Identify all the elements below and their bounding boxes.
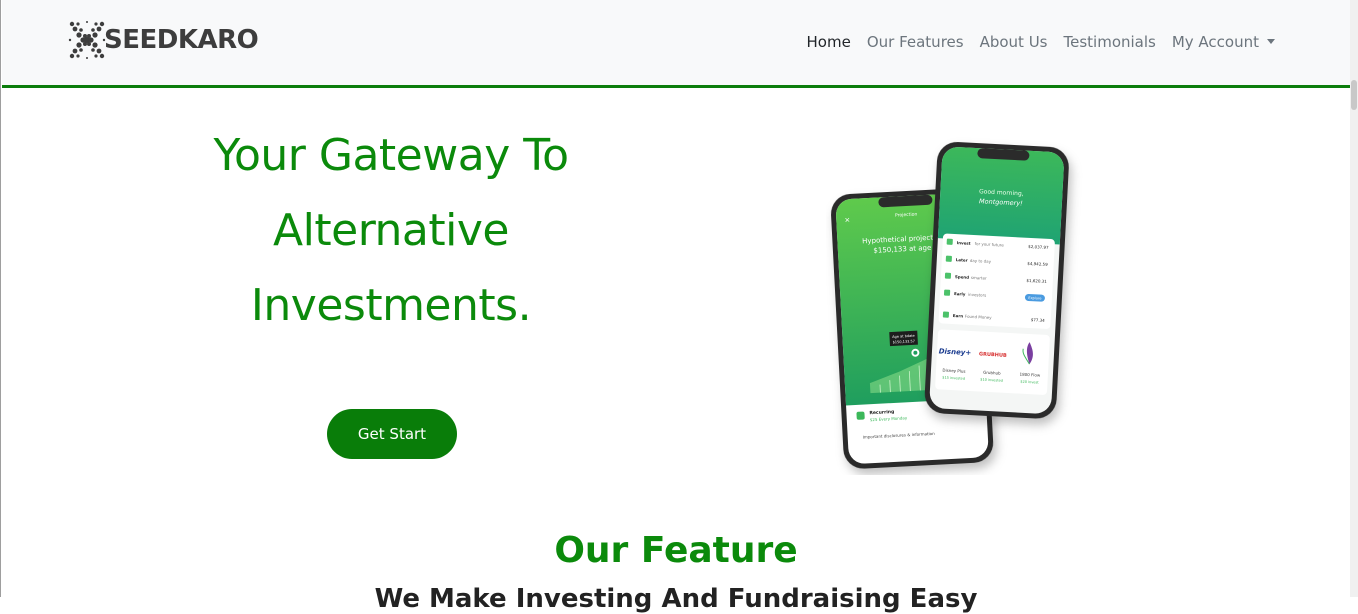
svg-text:Explore: Explore [1028, 296, 1041, 301]
nav-home[interactable]: Home [799, 33, 859, 51]
svg-text:Early: Early [954, 291, 966, 297]
back-phone-header: Projection [895, 211, 918, 218]
get-start-button[interactable]: Get Start [327, 409, 457, 459]
scrollbar-thumb[interactable] [1351, 80, 1357, 110]
features-section-title: Our Feature [1, 530, 1351, 571]
nav-testimonials[interactable]: Testimonials [1056, 33, 1164, 51]
browser-viewport: SEEDKARO Home Our Features About Us Test… [0, 0, 1358, 597]
svg-text:investors: investors [968, 292, 987, 298]
hero-title: Your Gateway To Alternative Investments. [181, 118, 601, 343]
nav-my-account-dropdown[interactable]: My Account [1164, 33, 1283, 51]
front-phone: Good morning, Montgomery! Invest for you… [924, 141, 1070, 420]
svg-text:Disney+: Disney+ [939, 347, 972, 357]
svg-text:Earn: Earn [953, 313, 964, 319]
main-nav: Home Our Features About Us Testimonials … [799, 33, 1283, 51]
caret-down-icon [1267, 39, 1275, 44]
svg-text:Invest: Invest [957, 240, 971, 246]
navbar: SEEDKARO Home Our Features About Us Test… [2, 0, 1351, 88]
phone-mockups-image: Projection × Hypothetical projection of … [826, 135, 1096, 475]
features-section-subtitle: We Make Investing And Fundraising Easy [1, 584, 1351, 614]
vertical-scrollbar[interactable] [1350, 0, 1358, 597]
nav-our-features[interactable]: Our Features [859, 33, 972, 51]
brand-logo[interactable]: SEEDKARO [68, 19, 258, 61]
brand-name: SEEDKARO [104, 25, 258, 55]
hero-title-line-2: Alternative [273, 205, 509, 256]
svg-text:Later: Later [956, 257, 968, 263]
svg-text:$77.34: $77.34 [1031, 317, 1046, 323]
hero-title-line-3: Investments. [251, 280, 531, 331]
svg-text:Spend: Spend [955, 274, 970, 280]
svg-text:smarter: smarter [971, 275, 987, 281]
nav-my-account-label: My Account [1172, 33, 1259, 51]
seed-x-logo-icon [68, 20, 106, 60]
svg-text:Grubhub: Grubhub [983, 370, 1001, 376]
hero-title-line-1: Your Gateway To [213, 130, 568, 181]
svg-text:×: × [844, 216, 850, 224]
nav-about-us[interactable]: About Us [972, 33, 1056, 51]
